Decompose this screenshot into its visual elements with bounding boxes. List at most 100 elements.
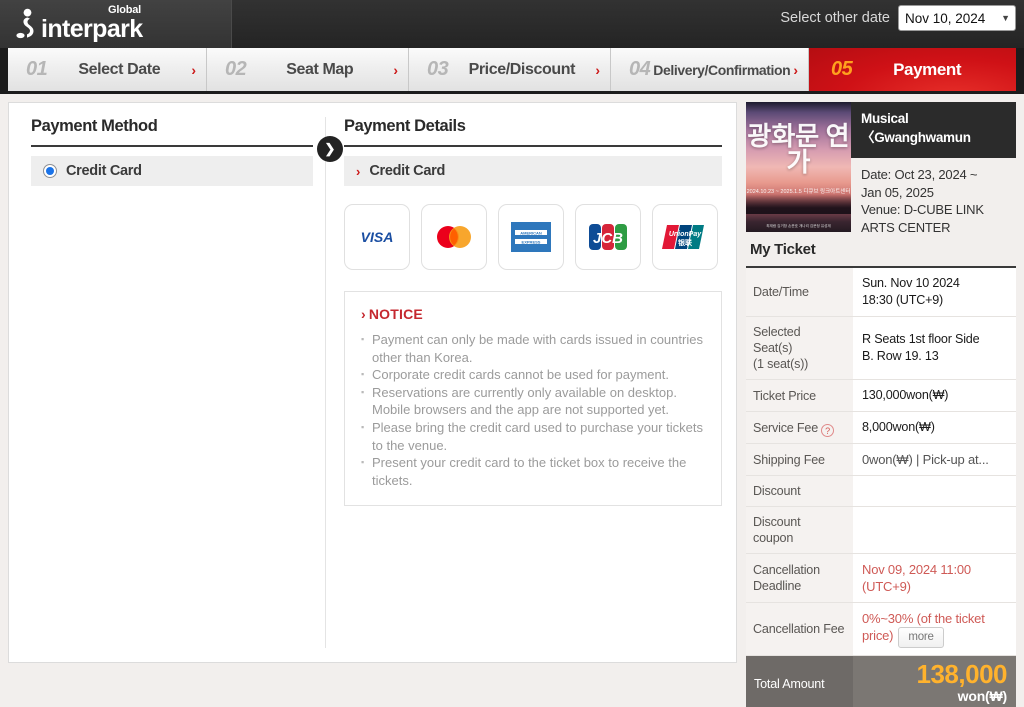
chevron-right-icon: › bbox=[793, 61, 798, 78]
brand-logo[interactable]: interpark Global bbox=[0, 0, 232, 48]
table-row: Discount bbox=[746, 475, 1016, 507]
row-label: Service Fee? bbox=[746, 411, 853, 444]
show-header: 광화문 연가 2024.10.23 ~ 2025.1.5 디큐브 링크아트센터 … bbox=[746, 102, 1016, 235]
main-content: Payment Method Credit Card ❯ Payment Det… bbox=[0, 94, 1024, 707]
notice-item: Present your credit card to the ticket b… bbox=[361, 454, 705, 489]
poster-credits-kr: 최재람 김거창 손준호 개나리 김문정 유성재 bbox=[766, 224, 831, 228]
table-row: Selected Seat(s) (1 seat(s)) R Seats 1st f… bbox=[746, 316, 1016, 380]
row-label: Cancellation Fee bbox=[746, 602, 853, 656]
notice-item: Payment can only be made with cards issu… bbox=[361, 331, 705, 366]
row-label: Shipping Fee bbox=[746, 443, 853, 476]
step-label: Payment bbox=[893, 59, 962, 79]
radio-credit-card[interactable] bbox=[43, 164, 57, 178]
svg-text:AMERICAN: AMERICAN bbox=[520, 230, 542, 235]
chevron-right-icon: › bbox=[191, 61, 196, 78]
row-value: Sun. Nov 10 2024 18:30 (UTC+9) bbox=[853, 268, 1016, 317]
table-row: Cancellation Deadline Nov 09, 2024 11:00(… bbox=[746, 553, 1016, 603]
date-select[interactable]: Nov 10, 2024 ▼ bbox=[898, 5, 1016, 31]
show-venue-line1: Venue: D-CUBE LINK bbox=[861, 202, 984, 217]
chevron-right-icon: › bbox=[361, 306, 366, 322]
notice-list: Payment can only be made with cards issu… bbox=[361, 331, 705, 489]
row-value: R Seats 1st floor Side B. Row 19. 13 bbox=[853, 316, 1016, 380]
unionpay-logo: UnionPay 银联 bbox=[652, 204, 718, 270]
step-price-discount[interactable]: 03 Price/Discount › bbox=[409, 48, 611, 91]
brand-name: interpark bbox=[41, 15, 143, 43]
select-other-date-label: Select other date bbox=[780, 10, 890, 26]
payment-option-label: Credit Card bbox=[66, 163, 142, 179]
table-row: Shipping Fee 0won(₩) | Pick-up at... bbox=[746, 443, 1016, 476]
visa-logo: VISA bbox=[344, 204, 410, 270]
interpark-figure-icon bbox=[16, 8, 34, 39]
brand-global-label: Global bbox=[108, 4, 142, 16]
payment-details-section-credit-card[interactable]: › Credit Card bbox=[344, 156, 722, 186]
step-number: 01 bbox=[26, 58, 48, 80]
payment-card: Payment Method Credit Card ❯ Payment Det… bbox=[8, 102, 737, 663]
step-label: Seat Map bbox=[286, 60, 354, 78]
svg-text:银联: 银联 bbox=[678, 238, 693, 247]
step-seat-map[interactable]: 02 Seat Map › bbox=[207, 48, 409, 91]
chevron-right-icon: › bbox=[393, 61, 398, 78]
my-ticket-title: My Ticket bbox=[746, 232, 1016, 268]
payment-option-credit-card[interactable]: Credit Card bbox=[31, 156, 314, 186]
row-label: Selected Seat(s) (1 seat(s)) bbox=[746, 316, 853, 380]
step-progress-bar: 01 Select Date › 02 Seat Map › 03 Price/… bbox=[0, 48, 1024, 94]
step-delivery-confirmation[interactable]: 04 Delivery/Confirmation › bbox=[611, 48, 809, 91]
card-brand-list: VISA AMERICAN EXPRESS JCB UnionPay 银联 bbox=[344, 204, 722, 270]
show-poster: 광화문 연가 2024.10.23 ~ 2025.1.5 디큐브 링크아트센터 … bbox=[746, 102, 851, 232]
payment-details-section-label: Credit Card bbox=[369, 163, 446, 179]
step-label: Select Date bbox=[78, 60, 161, 78]
table-row: Ticket Price 130,000won(₩) bbox=[746, 379, 1016, 412]
payment-method-title: Payment Method bbox=[31, 117, 314, 147]
help-icon[interactable]: ? bbox=[821, 424, 834, 437]
mastercard-logo bbox=[421, 204, 487, 270]
row-value: 0%~30% (of the ticket price) more bbox=[853, 602, 1016, 656]
more-button[interactable]: more bbox=[898, 627, 944, 648]
row-label: Ticket Price bbox=[746, 379, 853, 412]
svg-text:EXPRESS: EXPRESS bbox=[522, 239, 541, 244]
row-label: Cancellation Deadline bbox=[746, 553, 853, 603]
show-meta: Musical 〈Gwanghwamun Date: Oct 23, 2024 … bbox=[851, 102, 1016, 235]
step-number: 05 bbox=[831, 58, 853, 80]
ticket-summary-table: Date/Time Sun. Nov 10 2024 18:30 (UTC+9) … bbox=[746, 268, 1016, 707]
jcb-logo: JCB bbox=[575, 204, 641, 270]
top-bar: interpark Global Select other date Nov 1… bbox=[0, 0, 1024, 48]
show-info: Date: Oct 23, 2024 ~ Jan 05, 2025 Venue:… bbox=[851, 158, 1016, 236]
chevron-down-icon: ▼ bbox=[1001, 13, 1010, 23]
table-row-total: Total Amount 138,000 won(₩) bbox=[746, 655, 1016, 707]
step-label: Delivery/Confirmation bbox=[653, 61, 791, 78]
payment-details-title: Payment Details bbox=[344, 117, 722, 147]
row-value: 130,000won(₩) bbox=[853, 379, 1016, 412]
amex-logo: AMERICAN EXPRESS bbox=[498, 204, 564, 270]
expand-arrow-icon[interactable]: ❯ bbox=[317, 136, 343, 162]
poster-dates-kr: 2024.10.23 ~ 2025.1.5 디큐브 링크아트센터 bbox=[746, 189, 851, 195]
row-value: 8,000won(₩) bbox=[853, 411, 1016, 444]
date-select-value: Nov 10, 2024 bbox=[905, 10, 986, 26]
row-label: Discount bbox=[746, 475, 853, 507]
total-amount: 138,000 bbox=[916, 659, 1008, 689]
total-currency: won(₩) bbox=[957, 688, 1008, 704]
svg-text:VISA: VISA bbox=[361, 229, 394, 245]
payment-details-pane: Payment Details › Credit Card VISA AMERI… bbox=[326, 103, 736, 662]
show-title: Musical 〈Gwanghwamun bbox=[851, 102, 1016, 158]
total-value: 138,000 won(₩) bbox=[853, 655, 1016, 707]
notice-item: Please bring the credit card used to pur… bbox=[361, 419, 705, 454]
row-label: Date/Time bbox=[746, 268, 853, 317]
svg-text:UnionPay: UnionPay bbox=[669, 231, 702, 238]
row-value: Nov 09, 2024 11:00 (UTC+9) bbox=[853, 553, 1016, 603]
show-date-line2: Jan 05, 2025 bbox=[861, 184, 934, 200]
row-value bbox=[853, 475, 1016, 507]
step-payment[interactable]: 05 Payment bbox=[809, 48, 1016, 91]
notice-heading: › NOTICE bbox=[361, 306, 705, 322]
step-number: 03 bbox=[427, 58, 449, 80]
table-row: Discount coupon bbox=[746, 506, 1016, 554]
step-number: 02 bbox=[225, 58, 247, 80]
step-select-date[interactable]: 01 Select Date › bbox=[8, 48, 207, 91]
chevron-right-icon: › bbox=[595, 61, 600, 78]
table-row: Service Fee? 8,000won(₩) bbox=[746, 411, 1016, 444]
table-row: Date/Time Sun. Nov 10 2024 18:30 (UTC+9) bbox=[746, 268, 1016, 317]
step-label: Price/Discount bbox=[468, 60, 576, 78]
row-label-text: Service Fee bbox=[753, 420, 818, 435]
order-summary-sidebar: 광화문 연가 2024.10.23 ~ 2025.1.5 디큐브 링크아트센터 … bbox=[746, 102, 1016, 707]
table-row: Cancellation Fee 0%~30% (of the ticket pr… bbox=[746, 602, 1016, 656]
show-title-line2: 〈Gwanghwamun bbox=[861, 130, 971, 145]
